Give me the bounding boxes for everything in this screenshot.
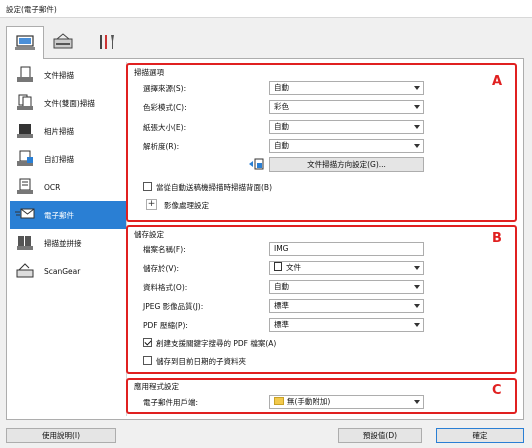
sidebar-item-stitch[interactable]: 掃描並拼接	[10, 229, 126, 257]
chevron-down-icon	[414, 144, 420, 148]
scangear-icon	[14, 262, 36, 280]
date-subfolder-checkbox-label: 儲存到目前日期的子資料夾	[156, 357, 246, 366]
source-select[interactable]: 自動	[269, 81, 424, 95]
date-subfolder-checkbox[interactable]	[143, 356, 152, 365]
duplex-scan-icon	[14, 94, 36, 112]
pdf-compression-select[interactable]: 標準	[269, 318, 424, 332]
chevron-down-icon	[414, 304, 420, 308]
scan-orientation-icon	[247, 158, 265, 172]
section-letter-b: B	[492, 231, 502, 246]
email-client-select[interactable]: 無(手動附加)	[269, 395, 424, 409]
sidebar-item-label: ScanGear	[44, 266, 81, 276]
chevron-down-icon	[414, 105, 420, 109]
chevron-down-icon	[414, 323, 420, 327]
sidebar-item-label: 電子郵件	[44, 210, 74, 220]
scan-from-panel-icon	[53, 32, 73, 48]
ok-button[interactable]: 確定	[436, 428, 524, 443]
sidebar-item-label: 掃描並拼接	[44, 238, 82, 248]
section-title: 掃描選項	[134, 68, 164, 77]
file-name-input[interactable]: IMG	[269, 242, 424, 256]
section-letter-a: A	[492, 74, 503, 89]
scan-from-computer-icon	[15, 35, 35, 50]
sidebar-item-ocr[interactable]: OCR	[10, 173, 126, 201]
save-in-select[interactable]: 文件	[269, 261, 424, 275]
sidebar-item-label: OCR	[44, 182, 61, 192]
title-bar: 設定(電子郵件)	[0, 0, 532, 18]
document-folder-icon	[274, 262, 282, 271]
paper-size-select[interactable]: 自動	[269, 120, 424, 134]
folder-icon	[274, 397, 284, 405]
save-in-label: 儲存於(V):	[143, 264, 180, 273]
orientation-settings-button[interactable]: 文件掃描方向設定(G)...	[269, 157, 424, 172]
photo-scan-icon	[14, 122, 36, 140]
chevron-down-icon	[414, 285, 420, 289]
chevron-down-icon	[414, 86, 420, 90]
color-mode-label: 色彩模式(C):	[143, 103, 187, 112]
data-format-select[interactable]: 自動	[269, 280, 424, 294]
tools-icon	[100, 34, 114, 49]
sidebar-item-label: 相片掃描	[44, 126, 74, 136]
sidebar-item-scangear[interactable]: ScanGear	[10, 257, 126, 285]
chevron-down-icon	[414, 125, 420, 129]
duplex-checkbox[interactable]	[143, 182, 152, 191]
paper-size-label: 紙張大小(E):	[143, 123, 187, 132]
sidebar-item-photo-scan[interactable]: 相片掃描	[10, 117, 126, 145]
help-button[interactable]: 使用說明(I)	[6, 428, 116, 443]
email-icon	[14, 206, 36, 224]
source-label: 選擇來源(S):	[143, 84, 187, 93]
pdf-keyword-checkbox[interactable]	[143, 338, 152, 347]
color-mode-select[interactable]: 彩色	[269, 100, 424, 114]
data-format-label: 資料格式(O):	[143, 283, 188, 292]
sidebar-item-document-scan[interactable]: 文件掃描	[10, 61, 126, 89]
jpeg-quality-select[interactable]: 標準	[269, 299, 424, 313]
chevron-down-icon	[414, 266, 420, 270]
section-title: 應用程式設定	[134, 382, 179, 391]
custom-scan-icon	[14, 150, 36, 168]
resolution-label: 解析度(R):	[143, 142, 180, 151]
tab-tools[interactable]	[88, 26, 126, 57]
jpeg-quality-label: JPEG 影像品質(J):	[143, 302, 204, 311]
tab-scan-from-computer[interactable]	[6, 26, 44, 59]
defaults-button[interactable]: 預設值(D)	[338, 428, 422, 443]
sidebar-item-label: 文件(雙面)掃描	[44, 98, 95, 108]
section-letter-c: C	[492, 383, 502, 398]
document-scan-icon	[14, 66, 36, 84]
ocr-icon	[14, 178, 36, 196]
window-title: 設定(電子郵件)	[6, 5, 57, 14]
sidebar-item-label: 文件掃描	[44, 70, 74, 80]
sidebar-item-email[interactable]: 電子郵件	[10, 201, 126, 229]
sidebar-item-custom-scan[interactable]: 自訂掃描	[10, 145, 126, 173]
chevron-down-icon	[414, 400, 420, 404]
tab-scan-from-panel[interactable]	[44, 26, 82, 57]
expand-icon[interactable]: +	[146, 199, 157, 210]
section-title: 儲存設定	[134, 230, 164, 239]
pdf-keyword-checkbox-label: 創建支援關鍵字搜尋的 PDF 檔案(A)	[156, 339, 277, 348]
file-name-label: 檔案名稱(F):	[143, 245, 186, 254]
stitch-icon	[14, 234, 36, 252]
sidebar: 文件掃描 文件(雙面)掃描 相片掃描 自訂掃描 OCR 電子郵件 掃描並拼接 S…	[10, 61, 126, 419]
resolution-select[interactable]: 自動	[269, 139, 424, 153]
sidebar-item-duplex-scan[interactable]: 文件(雙面)掃描	[10, 89, 126, 117]
pdf-compression-label: PDF 壓縮(P):	[143, 321, 188, 330]
email-client-label: 電子郵件用戶端:	[143, 398, 199, 407]
sidebar-item-label: 自訂掃描	[44, 154, 74, 164]
duplex-checkbox-label: 當從自動送稿機掃描時掃描背面(B)	[156, 183, 272, 192]
image-processing-label: 影像處理設定	[164, 201, 209, 210]
